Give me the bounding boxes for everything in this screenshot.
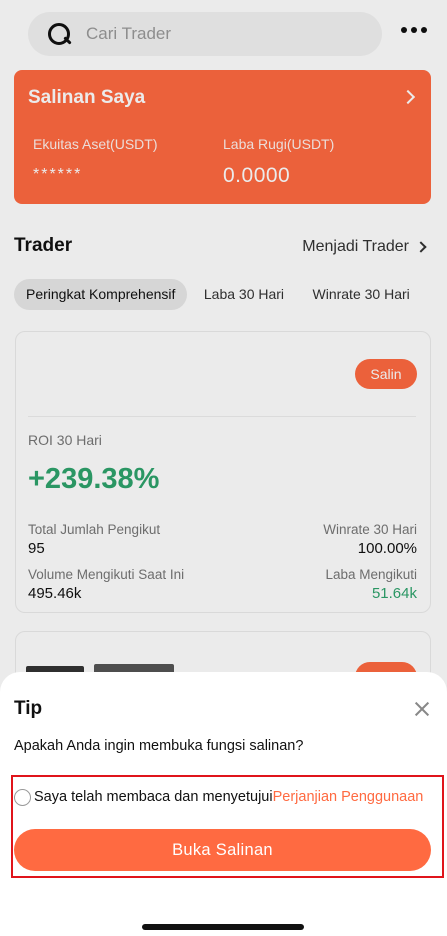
copy-trading-page: Cari Trader Salinan Saya Ekuitas Aset(US… <box>0 0 447 936</box>
agreement-text: Saya telah membaca dan menyetujuiPerjanj… <box>34 789 423 805</box>
sheet-title: Tip <box>14 698 43 719</box>
agreement-label: Saya telah membaca dan menyetujui <box>34 789 273 805</box>
tip-bottom-sheet: Tip Apakah Anda ingin membuka fungsi sal… <box>0 672 447 936</box>
home-indicator <box>142 924 304 930</box>
sheet-question: Apakah Anda ingin membuka fungsi salinan… <box>14 738 304 754</box>
close-icon[interactable] <box>413 700 431 718</box>
user-agreement-link[interactable]: Perjanjian Penggunaan <box>273 789 424 805</box>
open-copy-button[interactable]: Buka Salinan <box>14 829 431 871</box>
agreement-radio[interactable] <box>14 789 31 806</box>
